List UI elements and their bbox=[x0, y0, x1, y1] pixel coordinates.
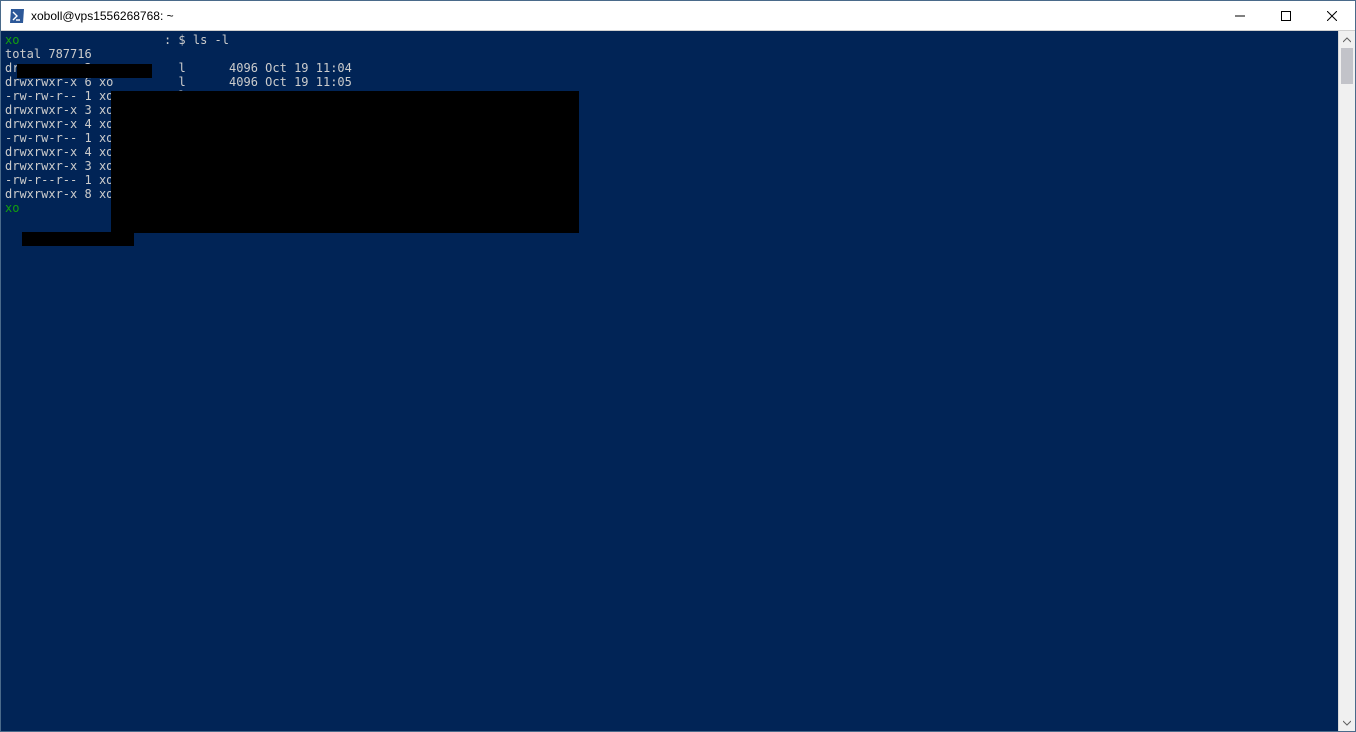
scroll-up-button[interactable] bbox=[1339, 31, 1355, 48]
terminal-window: xoboll@vps1556268768: ~ xo : $ ls -l tot… bbox=[0, 0, 1356, 732]
content-row: xo : $ ls -l total 787716 drwxrwxr-x 3 x… bbox=[1, 31, 1355, 731]
titlebar[interactable]: xoboll@vps1556268768: ~ bbox=[1, 1, 1355, 31]
redaction-box bbox=[22, 232, 134, 246]
vertical-scrollbar[interactable] bbox=[1338, 31, 1355, 731]
ls-row: drwxrwxr-x 6 xo l 4096 Oct 19 11:05 bbox=[5, 75, 1338, 89]
redaction-box bbox=[111, 91, 579, 233]
prompt-redacted-gap bbox=[19, 33, 164, 47]
powershell-icon bbox=[9, 8, 25, 24]
redaction-box bbox=[17, 64, 152, 78]
window-title: xoboll@vps1556268768: ~ bbox=[31, 9, 174, 23]
close-button[interactable] bbox=[1309, 1, 1355, 31]
ls-total-line: total 787716 bbox=[5, 47, 1338, 61]
ls-row: drwxrwxr-x 3 xo l 4096 Oct 19 11:04 bbox=[5, 61, 1338, 75]
maximize-button[interactable] bbox=[1263, 1, 1309, 31]
terminal-viewport[interactable]: xo : $ ls -l total 787716 drwxrwxr-x 3 x… bbox=[1, 31, 1338, 731]
prompt-dollar: $ bbox=[171, 33, 193, 47]
prompt-line: xo : $ ls -l bbox=[5, 33, 1338, 47]
scrollbar-thumb[interactable] bbox=[1341, 48, 1353, 84]
prompt-user: xo bbox=[5, 201, 19, 215]
scrollbar-track[interactable] bbox=[1339, 48, 1355, 714]
prompt-user: xo bbox=[5, 33, 19, 47]
prompt-command: ls -l bbox=[193, 33, 229, 47]
scroll-down-button[interactable] bbox=[1339, 714, 1355, 731]
minimize-button[interactable] bbox=[1217, 1, 1263, 31]
